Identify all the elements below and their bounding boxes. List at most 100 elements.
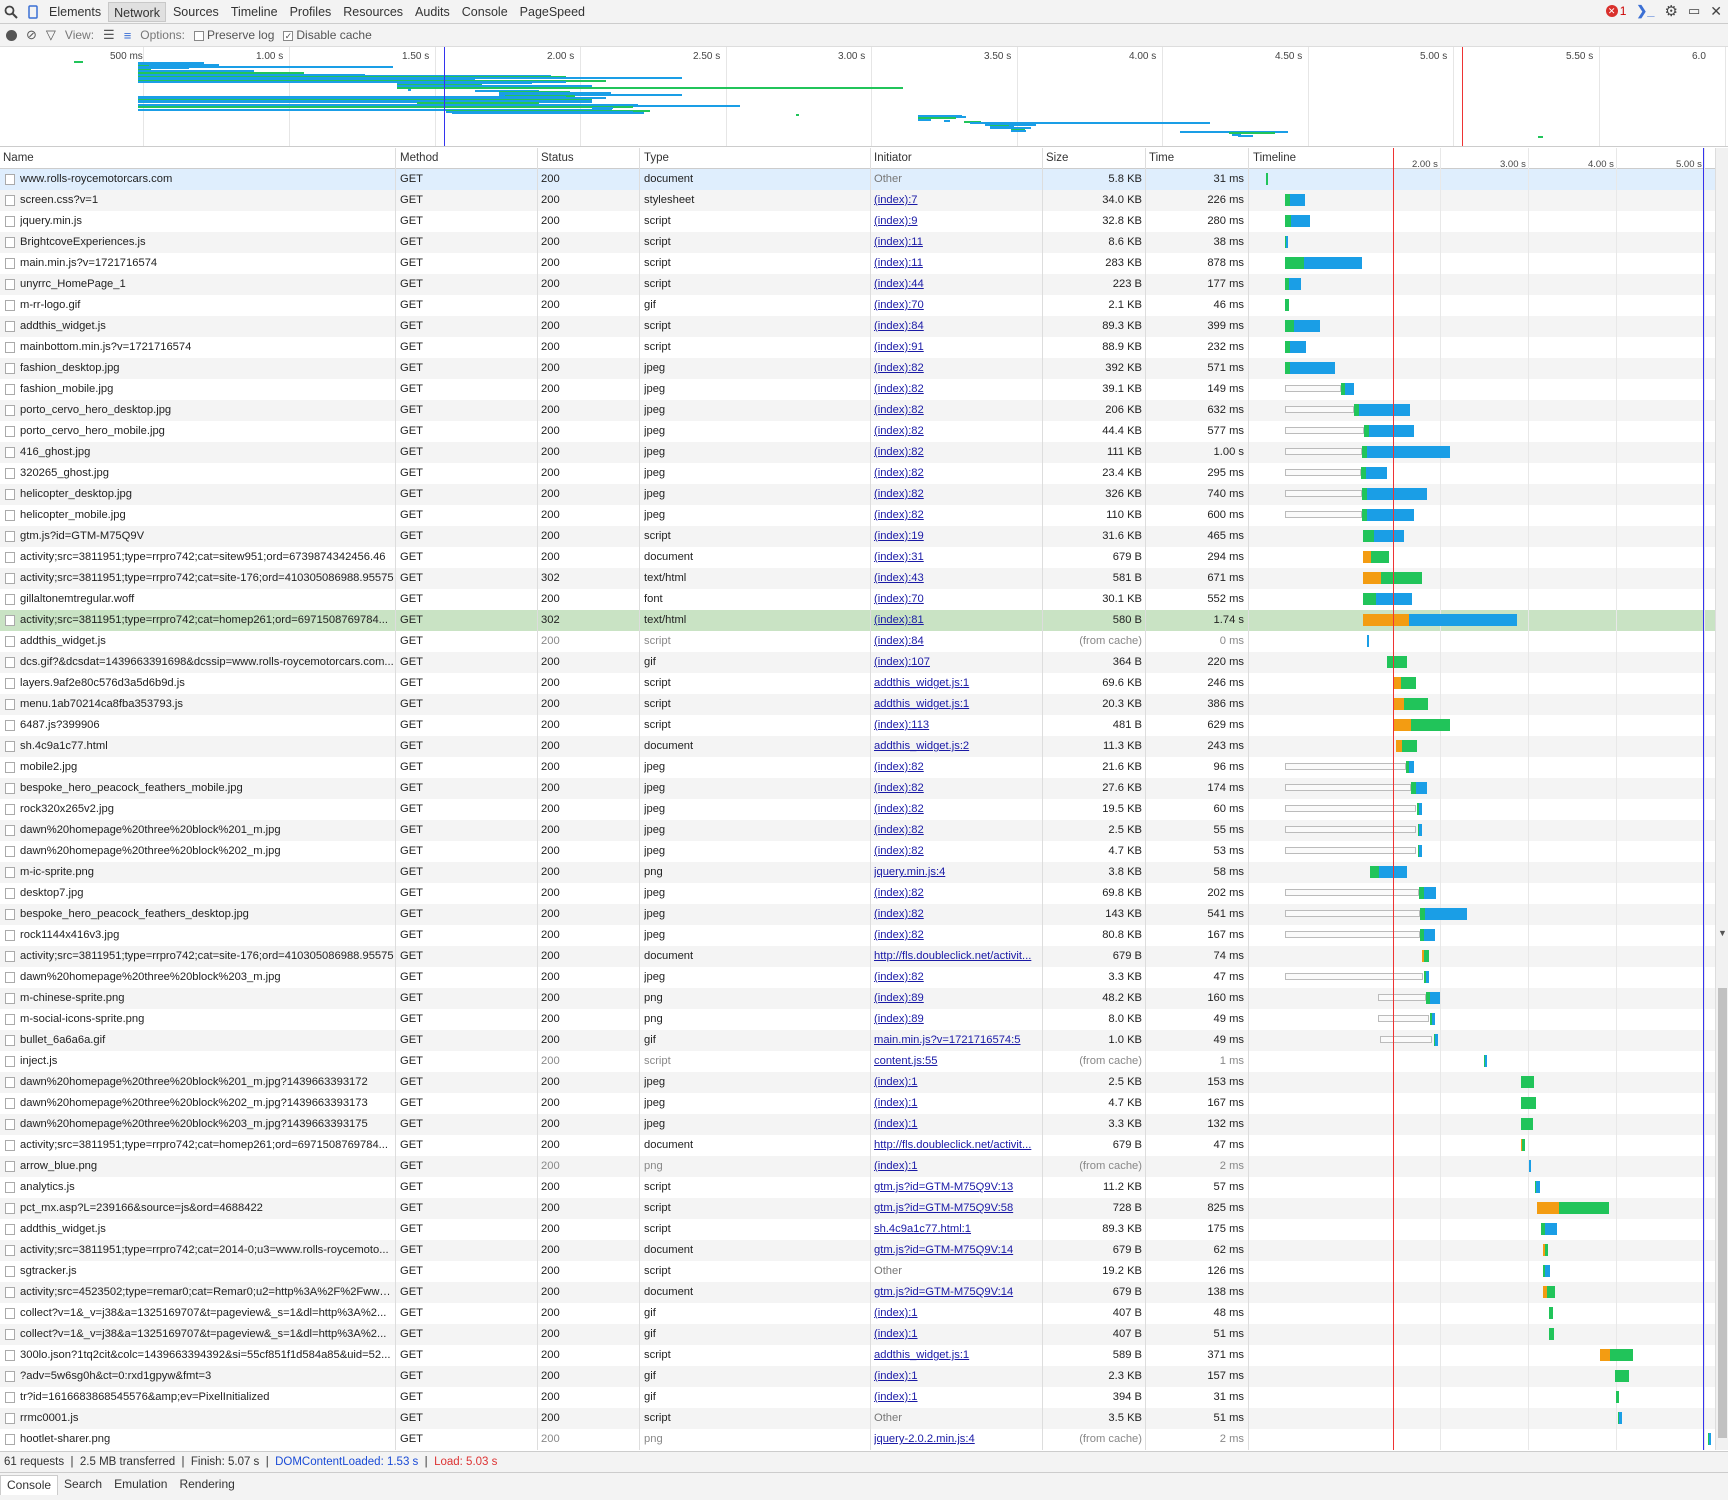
column-initiator-header[interactable]: Initiator	[874, 152, 912, 164]
request-initiator[interactable]: (index):82	[874, 757, 1036, 778]
console-drawer-icon[interactable]: ❯_	[1636, 3, 1654, 19]
request-initiator[interactable]: (index):82	[874, 505, 1036, 526]
request-initiator[interactable]: (index):1	[874, 1303, 1036, 1324]
request-initiator[interactable]: (index):84	[874, 631, 1036, 652]
request-initiator[interactable]: (index):82	[874, 925, 1036, 946]
column-size-header[interactable]: Size	[1046, 152, 1068, 164]
tab-pagespeed[interactable]: PageSpeed	[515, 2, 590, 22]
request-type: script	[644, 1181, 671, 1193]
request-initiator[interactable]: (index):7	[874, 190, 1036, 211]
timeline-overview[interactable]: 500 ms 1.00 s 1.50 s 2.00 s 2.50 s 3.00 s 3.50…	[0, 47, 1728, 147]
clear-icon[interactable]: ⊘	[26, 27, 37, 43]
request-initiator[interactable]: (index):70	[874, 589, 1036, 610]
request-initiator[interactable]: content.js:55	[874, 1051, 1036, 1072]
request-initiator[interactable]: (index):84	[874, 316, 1036, 337]
request-initiator[interactable]: (index):82	[874, 778, 1036, 799]
request-initiator[interactable]: gtm.js?id=GTM-M75Q9V:13	[874, 1177, 1036, 1198]
request-initiator[interactable]: (index):89	[874, 988, 1036, 1009]
tab-profiles[interactable]: Profiles	[285, 2, 337, 22]
tab-sources[interactable]: Sources	[168, 2, 224, 22]
request-initiator[interactable]: addthis_widget.js:1	[874, 1345, 1036, 1366]
large-rows-icon[interactable]: ☰	[103, 27, 115, 43]
request-initiator[interactable]: jquery-2.0.2.min.js:4	[874, 1429, 1036, 1450]
scroll-down-arrow-icon[interactable]: ▼	[1718, 928, 1727, 938]
request-initiator[interactable]: (index):113	[874, 715, 1036, 736]
request-initiator[interactable]: (index):82	[874, 820, 1036, 841]
request-initiator[interactable]: gtm.js?id=GTM-M75Q9V:14	[874, 1240, 1036, 1261]
request-initiator[interactable]: (index):82	[874, 358, 1036, 379]
request-initiator[interactable]: (index):1	[874, 1366, 1036, 1387]
column-method-header[interactable]: Method	[400, 152, 438, 164]
request-initiator[interactable]: addthis_widget.js:2	[874, 736, 1036, 757]
request-initiator[interactable]: (index):82	[874, 967, 1036, 988]
request-name: mobile2.jpg	[20, 761, 78, 773]
filter-icon[interactable]: ▽	[46, 27, 56, 43]
request-initiator[interactable]: gtm.js?id=GTM-M75Q9V:14	[874, 1282, 1036, 1303]
request-initiator[interactable]: addthis_widget.js:1	[874, 694, 1036, 715]
column-time-header[interactable]: Time	[1149, 152, 1174, 164]
request-initiator[interactable]: (index):1	[874, 1324, 1036, 1345]
error-count-badge[interactable]: ✕ 1	[1605, 4, 1626, 18]
request-initiator[interactable]: (index):82	[874, 379, 1036, 400]
request-initiator[interactable]: (index):1	[874, 1072, 1036, 1093]
drawer-tab-search[interactable]: Search	[58, 1475, 108, 1495]
request-initiator[interactable]: (index):82	[874, 883, 1036, 904]
request-initiator[interactable]: sh.4c9a1c77.html:1	[874, 1219, 1036, 1240]
request-initiator[interactable]: http://fls.doubleclick.net/activit...	[874, 946, 1036, 967]
search-icon[interactable]	[0, 1, 22, 23]
checkbox-box-checked[interactable]: ✓	[283, 30, 294, 41]
request-initiator[interactable]: (index):1	[874, 1093, 1036, 1114]
drawer-tab-rendering[interactable]: Rendering	[173, 1475, 240, 1495]
tab-elements[interactable]: Elements	[44, 2, 106, 22]
column-name-header[interactable]: Name	[3, 152, 34, 164]
drawer-tab-console[interactable]: Console	[0, 1475, 59, 1495]
request-initiator[interactable]: main.min.js?v=1721716574:5	[874, 1030, 1036, 1051]
request-initiator[interactable]: http://fls.doubleclick.net/activit...	[874, 1135, 1036, 1156]
request-initiator[interactable]: (index):81	[874, 610, 1036, 631]
waterfall-overview-icon[interactable]: ≡	[124, 28, 132, 43]
request-initiator[interactable]: (index):82	[874, 442, 1036, 463]
request-initiator[interactable]: (index):82	[874, 904, 1036, 925]
checkbox-box[interactable]	[194, 30, 204, 41]
device-mode-icon[interactable]	[22, 1, 44, 23]
close-icon[interactable]: ✕	[1710, 3, 1722, 20]
disable-cache-checkbox[interactable]: ✓ Disable cache	[283, 28, 372, 42]
request-initiator[interactable]: (index):70	[874, 295, 1036, 316]
tab-timeline[interactable]: Timeline	[226, 2, 283, 22]
column-status-header[interactable]: Status	[541, 152, 574, 164]
request-initiator[interactable]: addthis_widget.js:1	[874, 673, 1036, 694]
request-initiator[interactable]: (index):11	[874, 232, 1036, 253]
request-initiator[interactable]: (index):89	[874, 1009, 1036, 1030]
request-initiator[interactable]: (index):31	[874, 547, 1036, 568]
table-scrollbar[interactable]: ▼	[1715, 148, 1728, 1450]
request-initiator[interactable]: (index):82	[874, 400, 1036, 421]
request-initiator[interactable]: (index):1	[874, 1114, 1036, 1135]
tab-console[interactable]: Console	[457, 2, 513, 22]
request-initiator[interactable]: (index):107	[874, 652, 1036, 673]
scrollbar-thumb[interactable]	[1718, 988, 1727, 1438]
column-type-header[interactable]: Type	[644, 152, 669, 164]
request-initiator[interactable]: (index):82	[874, 841, 1036, 862]
request-initiator[interactable]: (index):91	[874, 337, 1036, 358]
request-initiator[interactable]: (index):1	[874, 1387, 1036, 1408]
request-initiator[interactable]: (index):11	[874, 253, 1036, 274]
tab-resources[interactable]: Resources	[338, 2, 408, 22]
request-initiator[interactable]: (index):19	[874, 526, 1036, 547]
request-initiator[interactable]: (index):43	[874, 568, 1036, 589]
drawer-tab-emulation[interactable]: Emulation	[108, 1475, 173, 1495]
record-icon[interactable]	[6, 29, 17, 41]
dock-side-icon[interactable]: ▭	[1688, 3, 1700, 19]
request-initiator[interactable]: jquery.min.js:4	[874, 862, 1036, 883]
request-initiator[interactable]: (index):82	[874, 421, 1036, 442]
tab-network[interactable]: Network	[108, 1, 166, 22]
request-initiator[interactable]: (index):1	[874, 1156, 1036, 1177]
request-initiator[interactable]: (index):82	[874, 799, 1036, 820]
request-initiator[interactable]: (index):82	[874, 484, 1036, 505]
request-initiator[interactable]: (index):82	[874, 463, 1036, 484]
request-initiator[interactable]: (index):9	[874, 211, 1036, 232]
tab-audits[interactable]: Audits	[410, 2, 455, 22]
preserve-log-checkbox[interactable]: Preserve log	[194, 28, 274, 42]
request-initiator[interactable]: (index):44	[874, 274, 1036, 295]
request-initiator[interactable]: gtm.js?id=GTM-M75Q9V:58	[874, 1198, 1036, 1219]
settings-gear-icon[interactable]: ⚙	[1665, 2, 1678, 20]
